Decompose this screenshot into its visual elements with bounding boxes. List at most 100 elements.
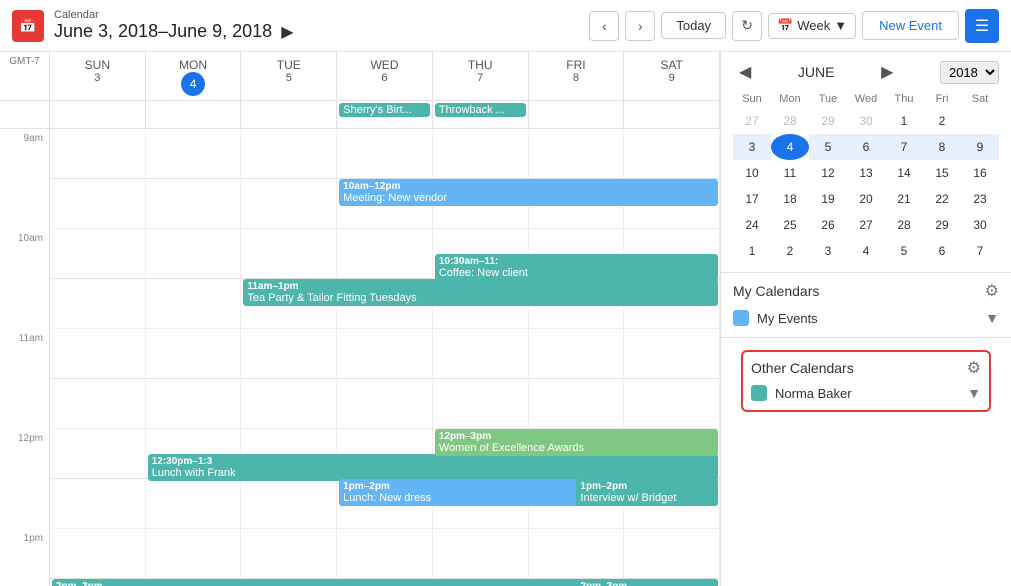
mini-cal-day-3-3[interactable]: 20 (847, 186, 885, 212)
time-cell-r3-c0[interactable] (50, 279, 146, 329)
view-selector[interactable]: 📅 Week ▼ (768, 13, 856, 39)
time-cell-r4-c4[interactable] (433, 329, 529, 379)
refresh-button[interactable]: ↻ (732, 11, 762, 41)
mini-cal-day-3-4[interactable]: 21 (885, 186, 923, 212)
mini-cal-day-4-5[interactable]: 29 (923, 212, 961, 238)
time-cell-r8-c3[interactable] (337, 529, 433, 579)
time-cell-r8-c6[interactable] (624, 529, 720, 579)
mini-cal-day-5-3[interactable]: 4 (847, 238, 885, 264)
time-cell-r0-c2[interactable] (241, 129, 337, 179)
calendar-event-5[interactable]: 1pm–2pmInterview w/ Bridget (576, 479, 718, 506)
mini-cal-day-1-1[interactable]: 4 (771, 134, 809, 160)
norma-baker-expand-button[interactable]: ▼ (967, 385, 981, 401)
time-cell-r4-c6[interactable] (624, 329, 720, 379)
mini-cal-day-4-1[interactable]: 25 (771, 212, 809, 238)
time-cell-r2-c2[interactable] (241, 229, 337, 279)
mini-cal-day-1-4[interactable]: 7 (885, 134, 923, 160)
mini-cal-day-2-1[interactable]: 11 (771, 160, 809, 186)
mini-prev-button[interactable]: ◀ (733, 60, 757, 84)
mini-cal-day-1-6[interactable]: 9 (961, 134, 999, 160)
mini-cal-day-3-1[interactable]: 18 (771, 186, 809, 212)
mini-cal-day-5-0[interactable]: 1 (733, 238, 771, 264)
mini-cal-day-4-4[interactable]: 28 (885, 212, 923, 238)
mini-cal-day-0-5[interactable]: 2 (923, 108, 961, 134)
norma-baker-checkbox[interactable] (751, 385, 767, 401)
mini-cal-day-2-5[interactable]: 15 (923, 160, 961, 186)
mini-cal-day-2-0[interactable]: 10 (733, 160, 771, 186)
time-cell-r7-c1[interactable] (146, 479, 242, 529)
mini-cal-day-2-6[interactable]: 16 (961, 160, 999, 186)
my-calendars-gear-button[interactable]: ⚙ (985, 281, 999, 301)
mini-cal-day-1-0[interactable]: 3 (733, 134, 771, 160)
time-cell-r5-c4[interactable] (433, 379, 529, 429)
time-cell-r8-c2[interactable] (241, 529, 337, 579)
mini-cal-day-3-2[interactable]: 19 (809, 186, 847, 212)
time-cell-r5-c2[interactable] (241, 379, 337, 429)
time-cell-r5-c0[interactable] (50, 379, 146, 429)
mini-cal-day-2-3[interactable]: 13 (847, 160, 885, 186)
mini-cal-day-0-3[interactable]: 30 (847, 108, 885, 134)
mini-next-button[interactable]: ▶ (875, 60, 899, 84)
mini-cal-day-3-6[interactable]: 23 (961, 186, 999, 212)
allday-event-throwback[interactable]: Throwback ... (435, 103, 526, 117)
new-event-button[interactable]: New Event (862, 11, 959, 40)
time-cell-r7-c2[interactable] (241, 479, 337, 529)
mini-cal-day-4-2[interactable]: 26 (809, 212, 847, 238)
time-cell-r4-c3[interactable] (337, 329, 433, 379)
time-cell-r0-c5[interactable] (529, 129, 625, 179)
other-calendars-gear-button[interactable]: ⚙ (967, 358, 981, 378)
time-cell-r8-c0[interactable] (50, 529, 146, 579)
mini-cal-day-1-3[interactable]: 6 (847, 134, 885, 160)
time-cell-r0-c1[interactable] (146, 129, 242, 179)
mini-cal-day-5-6[interactable]: 7 (961, 238, 999, 264)
mini-cal-day-4-6[interactable]: 30 (961, 212, 999, 238)
time-cell-r0-c0[interactable] (50, 129, 146, 179)
next-button[interactable]: › (625, 11, 655, 41)
mini-cal-day-2-4[interactable]: 14 (885, 160, 923, 186)
time-cell-r0-c4[interactable] (433, 129, 529, 179)
time-cell-r2-c0[interactable] (50, 229, 146, 279)
prev-button[interactable]: ‹ (589, 11, 619, 41)
calendar-event-10[interactable]: 10:30am–11:Coffee: New client (435, 254, 718, 281)
time-cell-r3-c1[interactable] (146, 279, 242, 329)
hamburger-menu-button[interactable]: ☰ (965, 9, 999, 43)
today-button[interactable]: Today (661, 12, 726, 39)
calendar-event-8[interactable]: 2pm–3pmInterview w/ Eva for (576, 579, 718, 586)
mini-cal-day-2-2[interactable]: 12 (809, 160, 847, 186)
mini-cal-day-0-0[interactable]: 27 (733, 108, 771, 134)
time-cell-r5-c6[interactable] (624, 379, 720, 429)
mini-cal-day-5-1[interactable]: 2 (771, 238, 809, 264)
time-cell-r4-c5[interactable] (529, 329, 625, 379)
mini-cal-day-0-2[interactable]: 29 (809, 108, 847, 134)
mini-cal-day-4-3[interactable]: 27 (847, 212, 885, 238)
my-events-checkbox[interactable] (733, 310, 749, 326)
time-cell-r1-c1[interactable] (146, 179, 242, 229)
mini-cal-day-3-5[interactable]: 22 (923, 186, 961, 212)
time-cell-r4-c2[interactable] (241, 329, 337, 379)
time-cell-r1-c2[interactable] (241, 179, 337, 229)
calendar-event-0[interactable]: 10am–12pmMeeting: New vendor (339, 179, 718, 206)
mini-cal-day-5-5[interactable]: 6 (923, 238, 961, 264)
time-cell-r0-c6[interactable] (624, 129, 720, 179)
time-cell-r8-c5[interactable] (529, 529, 625, 579)
time-cell-r4-c0[interactable] (50, 329, 146, 379)
calendar-event-1[interactable]: 11am–1pmTea Party & Tailor Fitting Tuesd… (243, 279, 718, 306)
mini-cal-day-0-6[interactable] (961, 108, 999, 134)
mini-cal-day-3-0[interactable]: 17 (733, 186, 771, 212)
time-cell-r8-c1[interactable] (146, 529, 242, 579)
time-cell-r5-c1[interactable] (146, 379, 242, 429)
time-cell-r6-c0[interactable] (50, 429, 146, 479)
mini-cal-day-0-4[interactable]: 1 (885, 108, 923, 134)
time-cell-r2-c3[interactable] (337, 229, 433, 279)
time-cell-r5-c5[interactable] (529, 379, 625, 429)
time-cell-r4-c1[interactable] (146, 329, 242, 379)
calendar-event-4[interactable]: 12pm–3pmWomen of Excellence Awards (435, 429, 718, 456)
mini-year-select[interactable]: 2018 (940, 61, 999, 84)
my-events-expand-button[interactable]: ▼ (985, 310, 999, 326)
calendar-event-2[interactable]: 12:30pm–1:3Lunch with Frank (148, 454, 718, 481)
time-cell-r8-c4[interactable] (433, 529, 529, 579)
mini-cal-day-5-2[interactable]: 3 (809, 238, 847, 264)
mini-cal-day-4-0[interactable]: 24 (733, 212, 771, 238)
mini-cal-day-1-5[interactable]: 8 (923, 134, 961, 160)
time-cell-r7-c0[interactable] (50, 479, 146, 529)
